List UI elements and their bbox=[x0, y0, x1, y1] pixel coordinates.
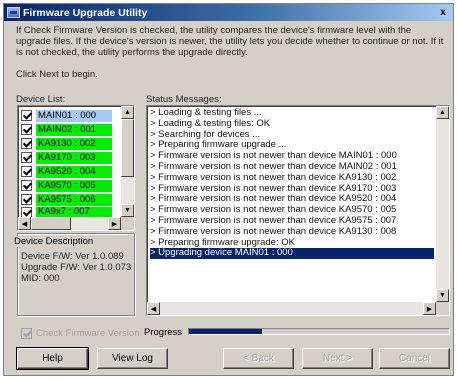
status-message: > Upgrading device MAIN01 : 000 bbox=[150, 248, 434, 260]
device-label: KA9x7 : 007 bbox=[36, 207, 112, 217]
status-messages-list[interactable]: > Loading & testing files ... > Loading &… bbox=[146, 105, 450, 316]
status-message: > Firmware version is not newer than dev… bbox=[150, 225, 397, 237]
device-list-vscrollbar[interactable]: ▲ ▼ bbox=[121, 106, 134, 217]
upgrade-fw-version: Upgrade F/W: Ver 1.0.073 bbox=[21, 262, 132, 273]
progress-label: Progress bbox=[144, 327, 183, 338]
back-button[interactable]: < Back bbox=[223, 348, 294, 369]
close-button[interactable]: x bbox=[436, 6, 450, 18]
scroll-right-arrow-icon[interactable]: ▶ bbox=[423, 302, 436, 315]
device-item[interactable]: KA9520 : 004 bbox=[21, 165, 116, 178]
device-label: KA9170 : 003 bbox=[36, 151, 112, 164]
scroll-right-arrow-icon[interactable]: ▶ bbox=[108, 217, 121, 230]
device-item[interactable]: KA9575 : 006 bbox=[21, 193, 116, 206]
check-firmware-label: Check Firmware Version bbox=[36, 328, 140, 339]
device-item[interactable]: MAIN01 : 000 bbox=[21, 109, 116, 122]
status-vscrollbar[interactable]: ▲ ▼ bbox=[436, 106, 449, 302]
window-title: Firmware Upgrade Utility bbox=[23, 6, 148, 19]
scroll-thumb[interactable] bbox=[121, 119, 134, 177]
device-checkbox[interactable] bbox=[21, 138, 32, 149]
device-checkbox[interactable] bbox=[21, 180, 32, 191]
status-message: > Loading & testing files: OK bbox=[150, 117, 271, 129]
status-message: > Firmware version is not newer than dev… bbox=[150, 171, 397, 183]
next-button[interactable]: Next > bbox=[302, 348, 373, 369]
intro-text: If Check Firmware Version is checked, th… bbox=[16, 25, 444, 58]
device-checkbox[interactable] bbox=[21, 110, 32, 121]
cancel-button[interactable]: Cancel bbox=[379, 348, 450, 369]
scroll-corner bbox=[121, 217, 134, 230]
device-item[interactable]: KA9570 : 005 bbox=[21, 179, 116, 192]
click-next-text: Click Next to begin. bbox=[16, 69, 98, 80]
firmware-upgrade-window: Firmware Upgrade Utility x If Check Firm… bbox=[3, 3, 454, 376]
device-item[interactable]: MAIN02 : 001 bbox=[21, 123, 116, 136]
check-firmware-checkbox bbox=[21, 328, 32, 339]
check-firmware-version-option: Check Firmware Version bbox=[21, 328, 139, 339]
progress-bar bbox=[188, 328, 450, 335]
status-messages-label: Status Messages: bbox=[146, 94, 222, 105]
device-mid: MID: 000 bbox=[21, 273, 60, 284]
device-checkbox[interactable] bbox=[21, 124, 32, 135]
device-item[interactable]: KA9170 : 003 bbox=[21, 151, 116, 164]
scroll-left-arrow-icon[interactable]: ◀ bbox=[147, 302, 160, 315]
progress-fill bbox=[189, 329, 262, 334]
status-hscrollbar[interactable]: ◀ ▶ bbox=[147, 302, 436, 315]
device-checkbox[interactable] bbox=[21, 152, 32, 163]
device-label: KA9575 : 006 bbox=[36, 193, 112, 206]
title-bar[interactable]: Firmware Upgrade Utility x bbox=[4, 4, 453, 21]
device-item-partial[interactable]: KA9x7 : 007 bbox=[21, 207, 116, 217]
device-label: MAIN02 : 001 bbox=[36, 123, 112, 136]
device-item[interactable]: KA9130 : 002 bbox=[21, 137, 116, 150]
device-description-title: Device Description bbox=[12, 236, 96, 247]
device-fw-version: Device F/W: Ver 1.0.089 bbox=[21, 251, 124, 262]
device-label: KA9130 : 002 bbox=[36, 137, 112, 150]
app-icon bbox=[7, 7, 20, 18]
view-log-button[interactable]: View Log bbox=[97, 348, 168, 369]
device-list[interactable]: MAIN01 : 000 MAIN02 : 001 KA9130 : 002 KA91… bbox=[17, 105, 135, 231]
scroll-down-arrow-icon[interactable]: ▼ bbox=[436, 289, 449, 302]
device-label: KA9520 : 004 bbox=[36, 165, 112, 178]
device-checkbox[interactable] bbox=[21, 207, 32, 217]
hscroll-thumb[interactable] bbox=[31, 217, 71, 230]
scroll-up-arrow-icon[interactable]: ▲ bbox=[121, 106, 134, 119]
scroll-up-arrow-icon[interactable]: ▲ bbox=[436, 106, 449, 119]
device-checkbox[interactable] bbox=[21, 194, 32, 205]
scroll-left-arrow-icon[interactable]: ◀ bbox=[18, 217, 31, 230]
device-list-label: Device List: bbox=[16, 94, 66, 105]
device-label: KA9570 : 005 bbox=[36, 179, 112, 192]
device-label: MAIN01 : 000 bbox=[36, 109, 112, 122]
device-checkbox[interactable] bbox=[21, 166, 32, 177]
help-button[interactable]: Help bbox=[16, 347, 89, 370]
scroll-down-arrow-icon[interactable]: ▼ bbox=[121, 204, 134, 217]
device-list-hscrollbar[interactable]: ◀ ▶ bbox=[18, 217, 121, 230]
scroll-corner bbox=[436, 302, 449, 315]
